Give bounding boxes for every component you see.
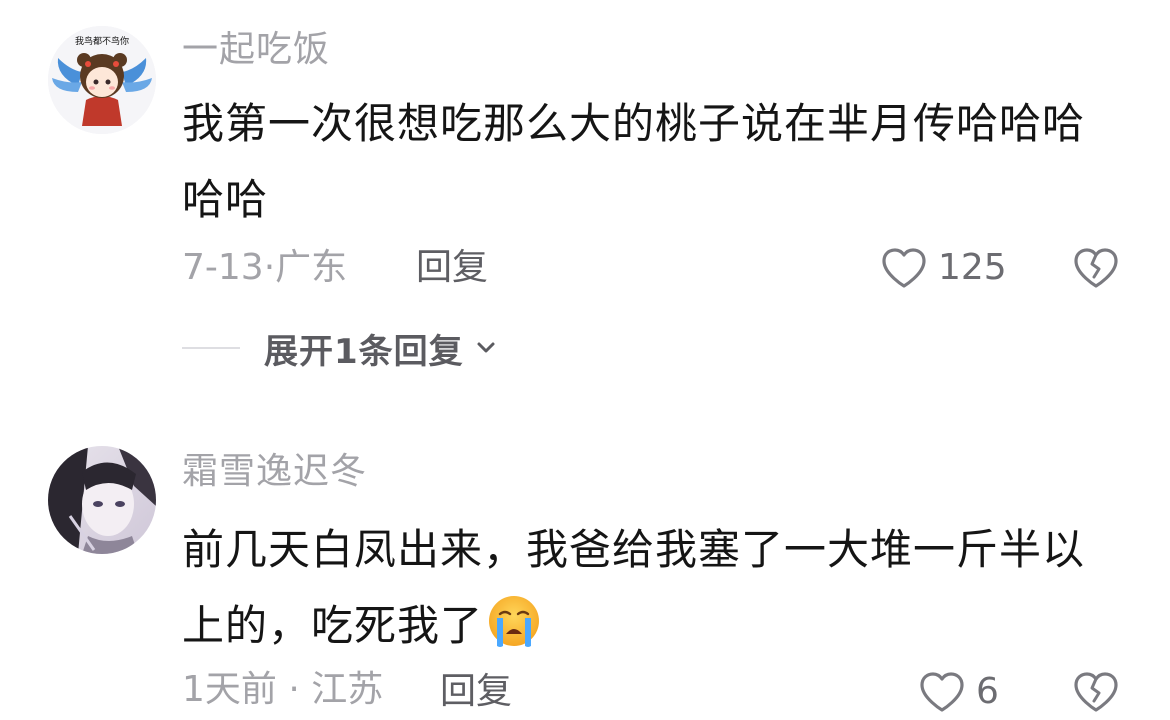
dislike-button[interactable] <box>1072 668 1120 716</box>
avatar-image <box>48 446 156 554</box>
avatar-image: 我鸟都不鸟你 <box>48 26 156 134</box>
like-count: 6 <box>976 671 999 712</box>
like-button[interactable]: 125 <box>880 244 1007 292</box>
avatar[interactable] <box>48 446 156 554</box>
avatar[interactable]: 我鸟都不鸟你 <box>48 26 156 134</box>
username[interactable]: 一起吃饭 <box>182 28 330 72</box>
expand-replies-button[interactable]: 展开1条回复 <box>182 324 498 372</box>
like-count: 125 <box>938 247 1007 288</box>
expand-replies-label: 展开1条回复 <box>264 331 464 372</box>
reply-button[interactable]: 回复 <box>440 668 512 716</box>
reply-button[interactable]: 回复 <box>416 244 488 292</box>
dislike-button[interactable] <box>1072 244 1120 292</box>
comment-text-content: 前几天白凤出来，我爸给我塞了一大堆一斤半以上的，吃死我了 <box>182 525 1086 650</box>
comment-date-location: 1天前 · 江苏 <box>182 669 384 710</box>
comment-text: 我第一次很想吃那么大的桃子说在芈月传哈哈哈哈哈 <box>182 99 1086 224</box>
username[interactable]: 霜雪逸迟冬 <box>182 450 367 494</box>
like-button[interactable]: 6 <box>918 668 999 716</box>
comment-item: 我鸟都不鸟你 一起吃饭 我第一次很想吃那么大的桃子说在芈月传哈哈哈哈哈 7-13… <box>0 0 1170 400</box>
divider <box>182 347 240 349</box>
avatar-badge-text: 我鸟都不鸟你 <box>75 35 129 47</box>
heart-icon <box>920 672 964 712</box>
heart-icon <box>882 248 926 288</box>
broken-heart-icon <box>1074 248 1118 288</box>
comment-date-location: 7-13·广东 <box>182 247 348 288</box>
comment-text: 前几天白凤出来，我爸给我塞了一大堆一斤半以上的，吃死我了 <box>182 512 1122 672</box>
comment-item: 霜雪逸迟冬 前几天白凤出来，我爸给我塞了一大堆一斤半以上的，吃死我了 1天前 ·… <box>0 430 1170 712</box>
loudly-crying-face-icon <box>487 594 541 672</box>
broken-heart-icon <box>1074 672 1118 712</box>
chevron-down-icon <box>474 336 498 360</box>
